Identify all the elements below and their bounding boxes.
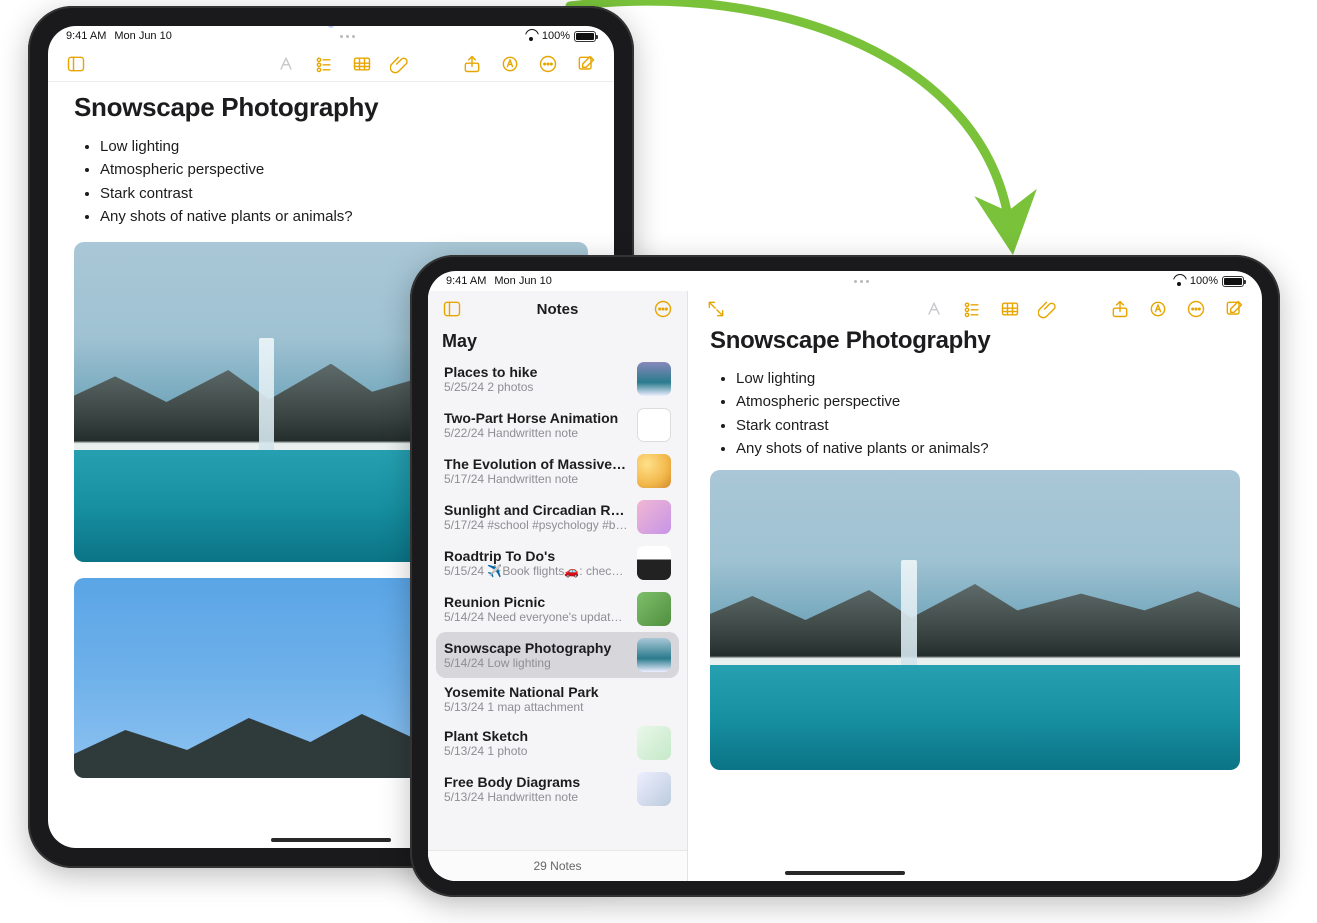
sidebar-toggle-icon[interactable] (62, 50, 90, 78)
text-format-icon[interactable] (920, 295, 948, 323)
sidebar-note-item[interactable]: Snowscape Photography5/14/24 Low lightin… (436, 632, 679, 678)
sidebar-note-item[interactable]: Places to hike5/25/24 2 photos (436, 356, 679, 402)
list-item: Atmospheric perspective (736, 390, 1240, 413)
markup-icon[interactable] (1144, 295, 1172, 323)
sidebar-item-title: Roadtrip To Do's (444, 548, 629, 564)
battery-icon (1222, 276, 1244, 287)
note-thumbnail (637, 772, 671, 806)
sidebar-item-title: Two-Part Horse Animation (444, 410, 629, 426)
sidebar-item-subtitle: 5/13/24 Handwritten note (444, 790, 629, 804)
sidebar-item-title: Sunlight and Circadian Rhyth… (444, 502, 629, 518)
sidebar-note-item[interactable]: Yosemite National Park5/13/24 1 map atta… (436, 678, 679, 720)
status-time: 9:41 AM (66, 30, 106, 42)
list-item: Any shots of native plants or animals? (736, 437, 1240, 460)
note-thumbnail (637, 726, 671, 760)
sidebar-item-subtitle: 5/25/24 2 photos (444, 380, 629, 394)
share-icon[interactable] (458, 50, 486, 78)
note-toolbar (48, 46, 614, 82)
home-indicator[interactable] (271, 838, 391, 842)
note-title: Snowscape Photography (74, 92, 588, 123)
attachment-icon[interactable] (386, 50, 414, 78)
sidebar-item-title: Snowscape Photography (444, 640, 629, 656)
markup-icon[interactable] (496, 50, 524, 78)
sidebar-item-title: Places to hike (444, 364, 629, 380)
status-date: Mon Jun 10 (114, 30, 171, 42)
sidebar-note-item[interactable]: The Evolution of Massive Star…5/17/24 Ha… (436, 448, 679, 494)
sidebar-item-subtitle: 5/13/24 1 map attachment (444, 700, 671, 714)
note-thumbnail (637, 454, 671, 488)
note-bullets: Low lighting Atmospheric perspective Sta… (74, 135, 588, 228)
list-item: Stark contrast (736, 414, 1240, 437)
sidebar-item-subtitle: 5/14/24 Low lighting (444, 656, 629, 670)
wifi-icon (1172, 276, 1186, 286)
sidebar-section-header: May (428, 327, 687, 356)
sidebar-note-item[interactable]: Roadtrip To Do's5/15/24 ✈️Book flights🚗:… (436, 540, 679, 586)
sidebar-note-item[interactable]: Reunion Picnic5/14/24 Need everyone's up… (436, 586, 679, 632)
text-format-icon[interactable] (272, 50, 300, 78)
ipad-landscape: 9:41 AM Mon Jun 10 100% Notes May Places… (410, 255, 1280, 897)
note-photo-waterfall[interactable] (710, 470, 1240, 770)
note-content[interactable]: Snowscape Photography Low lighting Atmos… (688, 327, 1262, 881)
share-icon[interactable] (1106, 295, 1134, 323)
more-icon[interactable] (1182, 295, 1210, 323)
list-item: Any shots of native plants or animals? (100, 205, 588, 228)
status-time: 9:41 AM (446, 275, 486, 287)
sidebar-item-subtitle: 5/15/24 ✈️Book flights🚗: check… (444, 564, 629, 578)
battery-icon (574, 31, 596, 42)
battery-percent: 100% (1190, 275, 1218, 287)
compose-icon[interactable] (1220, 295, 1248, 323)
sidebar-note-item[interactable]: Free Body Diagrams5/13/24 Handwritten no… (436, 766, 679, 812)
sidebar-item-title: Reunion Picnic (444, 594, 629, 610)
note-thumbnail (637, 500, 671, 534)
multitask-dots-icon[interactable] (172, 35, 524, 38)
sidebar-item-subtitle: 5/13/24 1 photo (444, 744, 629, 758)
list-item: Low lighting (736, 367, 1240, 390)
note-thumbnail (637, 408, 671, 442)
attachment-icon[interactable] (1034, 295, 1062, 323)
table-icon[interactable] (348, 50, 376, 78)
sidebar-footer-count: 29 Notes (428, 850, 687, 881)
sidebar-item-title: Free Body Diagrams (444, 774, 629, 790)
sidebar-title: Notes (476, 301, 639, 318)
sidebar-note-item[interactable]: Two-Part Horse Animation5/22/24 Handwrit… (436, 402, 679, 448)
sidebar-item-subtitle: 5/14/24 Need everyone's updated… (444, 610, 629, 624)
sidebar-item-title: Plant Sketch (444, 728, 629, 744)
expand-icon[interactable] (702, 295, 730, 323)
sidebar-note-item[interactable]: Plant Sketch5/13/24 1 photo (436, 720, 679, 766)
more-icon[interactable] (649, 295, 677, 323)
checklist-icon[interactable] (310, 50, 338, 78)
status-bar: 9:41 AM Mon Jun 10 100% (428, 271, 1262, 291)
sidebar-toggle-icon[interactable] (438, 295, 466, 323)
home-indicator[interactable] (785, 871, 905, 875)
sidebar-item-title: The Evolution of Massive Star… (444, 456, 629, 472)
notes-sidebar: Notes May Places to hike5/25/24 2 photos… (428, 291, 688, 881)
checklist-icon[interactable] (958, 295, 986, 323)
note-thumbnail (637, 362, 671, 396)
sidebar-item-subtitle: 5/17/24 Handwritten note (444, 472, 629, 486)
note-detail-pane: Snowscape Photography Low lighting Atmos… (688, 291, 1262, 881)
list-item: Low lighting (100, 135, 588, 158)
status-date: Mon Jun 10 (494, 275, 551, 287)
sidebar-note-item[interactable]: Sunlight and Circadian Rhyth…5/17/24 #sc… (436, 494, 679, 540)
note-bullets: Low lighting Atmospheric perspective Sta… (710, 367, 1240, 460)
battery-percent: 100% (542, 30, 570, 42)
note-thumbnail (637, 546, 671, 580)
note-thumbnail (637, 592, 671, 626)
more-icon[interactable] (534, 50, 562, 78)
wifi-icon (524, 31, 538, 41)
list-item: Atmospheric perspective (100, 158, 588, 181)
list-item: Stark contrast (100, 182, 588, 205)
sidebar-item-subtitle: 5/17/24 #school #psychology #bio… (444, 518, 629, 532)
status-bar: 9:41 AM Mon Jun 10 100% (48, 26, 614, 46)
multitask-dots-icon[interactable] (552, 280, 1172, 283)
note-thumbnail (637, 638, 671, 672)
sidebar-item-title: Yosemite National Park (444, 684, 671, 700)
table-icon[interactable] (996, 295, 1024, 323)
sidebar-item-subtitle: 5/22/24 Handwritten note (444, 426, 629, 440)
note-title: Snowscape Photography (710, 327, 1240, 355)
compose-icon[interactable] (572, 50, 600, 78)
